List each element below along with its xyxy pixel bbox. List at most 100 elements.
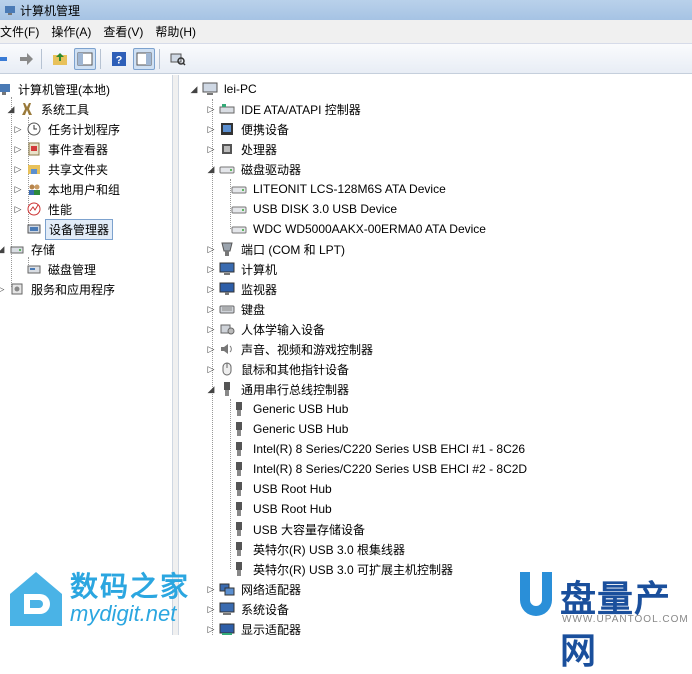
help-button[interactable]: ? xyxy=(108,48,130,70)
show-hide-action-pane-button[interactable] xyxy=(133,47,155,70)
tree-item-system-tools[interactable]: ◢ 系统工具 xyxy=(6,99,92,119)
device-item[interactable]: USB 大容量存储设备 xyxy=(225,519,368,539)
services-icon xyxy=(9,281,25,297)
menu-help[interactable]: 帮助(H) xyxy=(149,23,202,40)
device-item[interactable]: Intel(R) 8 Series/C220 Series USB EHCI #… xyxy=(225,439,528,459)
menu-action[interactable]: 操作(A) xyxy=(45,23,97,40)
device-category[interactable]: ◢ 通用串行总线控制器 xyxy=(206,379,352,399)
device-category[interactable]: ▷ 人体学输入设备 xyxy=(206,319,328,339)
expand-arrow-icon[interactable]: ▷ xyxy=(13,144,23,154)
device-label: USB 大容量存储设备 xyxy=(253,522,366,537)
tree-item-disk-management[interactable]: 磁盘管理 xyxy=(26,259,99,279)
expand-arrow-icon[interactable]: ▷ xyxy=(206,344,216,354)
watermark-upantool: 盘量产网 WWW.UPANTOOL.COM xyxy=(512,568,690,671)
up-folder-button[interactable] xyxy=(49,48,71,70)
device-item[interactable]: 英特尔(R) USB 3.0 可扩展主机控制器 xyxy=(225,559,456,579)
expand-arrow-icon[interactable]: ▷ xyxy=(206,144,216,154)
collapse-arrow-icon[interactable]: ◢ xyxy=(206,384,216,394)
device-category[interactable]: ▷ 声音、视频和游戏控制器 xyxy=(206,339,376,359)
device-category[interactable]: ▷ 监视器 xyxy=(206,279,280,299)
hid-icon xyxy=(219,321,235,337)
device-category[interactable]: ▷ IDE ATA/ATAPI 控制器 xyxy=(206,99,364,119)
disk-drive-icon xyxy=(231,221,247,237)
menu-view[interactable]: 查看(V) xyxy=(97,23,149,40)
device-item[interactable]: Generic USB Hub xyxy=(225,399,351,419)
device-item[interactable]: USB Root Hub xyxy=(225,499,335,519)
tree-item-computer-management[interactable]: 计算机管理(本地) xyxy=(0,79,113,99)
device-label: 鼠标和其他指针设备 xyxy=(241,362,350,377)
expand-arrow-icon[interactable]: ▷ xyxy=(206,244,216,254)
device-item[interactable]: WDC WD5000AAKX-00ERMA0 ATA Device xyxy=(225,219,489,239)
collapse-arrow-icon[interactable]: ◢ xyxy=(206,164,216,174)
expand-arrow-icon[interactable]: ▷ xyxy=(206,284,216,294)
device-item[interactable]: 英特尔(R) USB 3.0 根集线器 xyxy=(225,539,408,559)
usb-icon xyxy=(231,421,247,437)
expand-arrow-icon[interactable]: ▷ xyxy=(206,364,216,374)
device-item[interactable]: Intel(R) 8 Series/C220 Series USB EHCI #… xyxy=(225,459,530,479)
collapse-arrow-icon[interactable]: ◢ xyxy=(189,84,199,94)
expand-arrow-icon[interactable]: ▷ xyxy=(206,324,216,334)
device-item[interactable]: USB Root Hub xyxy=(225,479,335,499)
console-tree-icon xyxy=(77,52,93,65)
show-hide-tree-button[interactable] xyxy=(74,47,96,70)
device-category[interactable]: ▷ 键盘 xyxy=(206,299,268,319)
usb-icon xyxy=(231,481,247,497)
tree-item-services-apps[interactable]: ▷ 服务和应用程序 xyxy=(0,279,118,299)
watermark-url: WWW.UPANTOOL.COM xyxy=(562,614,689,625)
menu-file[interactable]: 文件(F) xyxy=(0,23,45,40)
toolbar-separator xyxy=(159,48,160,69)
window-title: 计算机管理 xyxy=(20,3,81,18)
device-category[interactable]: ▷ 端口 (COM 和 LPT) xyxy=(206,239,348,259)
toolbar: ? xyxy=(0,44,692,74)
device-category[interactable]: ▷ 显示适配器 xyxy=(206,619,304,635)
forward-button[interactable] xyxy=(15,48,37,70)
usb-icon xyxy=(231,521,247,537)
expand-arrow-icon[interactable]: ▷ xyxy=(0,284,6,294)
device-item[interactable]: USB DISK 3.0 USB Device xyxy=(225,199,400,219)
back-button[interactable] xyxy=(0,48,12,70)
tree-item-label: 任务计划程序 xyxy=(48,122,121,137)
device-item[interactable]: LITEONIT LCS-128M6S ATA Device xyxy=(225,179,449,199)
device-category[interactable]: ▷ 系统设备 xyxy=(206,599,292,619)
expand-arrow-icon[interactable]: ▷ xyxy=(206,304,216,314)
monitor-icon xyxy=(219,281,235,297)
tree-item-performance[interactable]: ▷ 性能 xyxy=(13,199,75,219)
expand-arrow-icon[interactable]: ▷ xyxy=(206,604,216,614)
tree-item-shared-folders[interactable]: ▷ 共享文件夹 xyxy=(13,159,111,179)
collapse-arrow-icon[interactable]: ◢ xyxy=(0,244,6,254)
device-label: 便携设备 xyxy=(241,122,290,137)
device-category[interactable]: ▷ 便携设备 xyxy=(206,119,292,139)
collapse-arrow-icon[interactable]: ◢ xyxy=(6,104,16,114)
expand-arrow-icon[interactable]: ▷ xyxy=(13,124,23,134)
computer-mgmt-icon xyxy=(0,81,12,97)
device-category[interactable]: ◢ 磁盘驱动器 xyxy=(206,159,304,179)
back-arrow-icon xyxy=(0,52,7,65)
expand-arrow-icon[interactable]: ▷ xyxy=(13,164,23,174)
expand-arrow-icon[interactable]: ▷ xyxy=(206,624,216,634)
tools-icon xyxy=(19,101,35,117)
expand-arrow-icon[interactable]: ▷ xyxy=(206,104,216,114)
device-category[interactable]: ▷ 网络适配器 xyxy=(206,579,304,599)
device-category[interactable]: ▷ 计算机 xyxy=(206,259,280,279)
expand-arrow-icon[interactable]: ▷ xyxy=(13,184,23,194)
expand-arrow-icon[interactable]: ▷ xyxy=(206,124,216,134)
expand-arrow-icon[interactable]: ▷ xyxy=(206,584,216,594)
scan-hardware-button[interactable] xyxy=(167,48,189,70)
tree-item-device-manager[interactable]: 设备管理器 xyxy=(26,218,114,240)
device-item[interactable]: Generic USB Hub xyxy=(225,419,351,439)
disk-drive-icon xyxy=(231,181,247,197)
tree-item-label: 磁盘管理 xyxy=(48,262,97,277)
keyboard-icon xyxy=(219,301,235,317)
device-category[interactable]: ▷ 鼠标和其他指针设备 xyxy=(206,359,352,379)
device-label: LITEONIT LCS-128M6S ATA Device xyxy=(253,182,446,196)
device-category[interactable]: ▷ 处理器 xyxy=(206,139,280,159)
expand-arrow-icon[interactable]: ▷ xyxy=(13,204,23,214)
tree-item-storage[interactable]: ◢ 存储 xyxy=(0,239,58,259)
up-folder-icon xyxy=(53,52,67,65)
tree-item-event-viewer[interactable]: ▷ 事件查看器 xyxy=(13,139,111,159)
tree-item-local-users[interactable]: ▷ 本地用户和组 xyxy=(13,179,123,199)
device-tree-root[interactable]: ◢ lei-PC xyxy=(189,79,260,99)
expand-arrow-icon[interactable]: ▷ xyxy=(206,264,216,274)
tree-item-task-scheduler[interactable]: ▷ 任务计划程序 xyxy=(13,119,123,139)
tree-item-label: 共享文件夹 xyxy=(48,162,109,177)
